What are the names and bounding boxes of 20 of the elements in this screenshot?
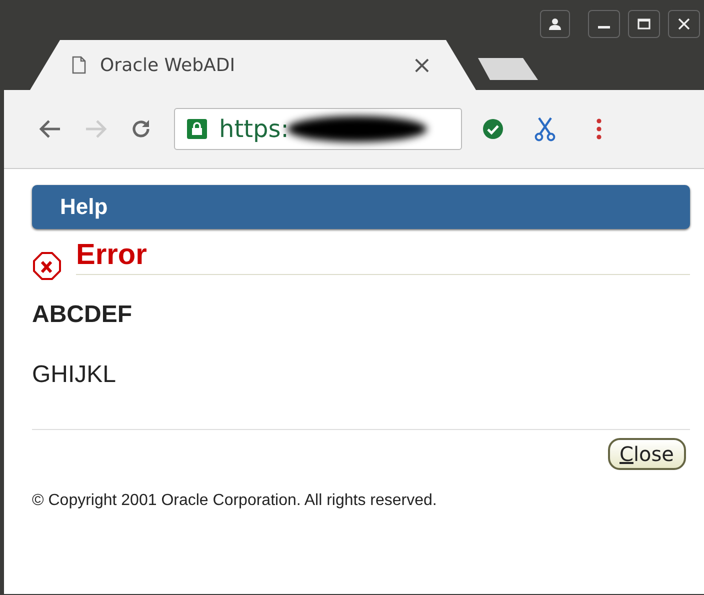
page-icon — [72, 56, 86, 74]
minimize-icon[interactable] — [588, 10, 620, 38]
back-icon[interactable] — [38, 119, 62, 139]
help-header: Help — [32, 185, 690, 229]
close-tab-button[interactable]: × — [412, 51, 432, 79]
address-field[interactable]: https: — [174, 108, 462, 150]
scissors-icon[interactable] — [534, 116, 556, 142]
message-text: GHIJKL — [32, 361, 118, 389]
reload-icon[interactable] — [130, 118, 152, 140]
menu-icon[interactable] — [596, 118, 602, 140]
message-text: ABCDEF — [32, 301, 133, 329]
close-icon[interactable] — [668, 10, 700, 38]
copyright-text: © Copyright 2001 Oracle Corporation. All rights reserved. — [32, 492, 438, 510]
error-icon — [32, 251, 62, 281]
error-title: Error — [76, 239, 690, 275]
close-button[interactable]: Close — [608, 438, 686, 470]
check-badge-icon[interactable] — [482, 118, 504, 140]
browser-tab[interactable]: Oracle WebADI × — [30, 40, 476, 90]
profile-icon[interactable] — [540, 10, 570, 38]
maximize-icon[interactable] — [628, 10, 660, 38]
